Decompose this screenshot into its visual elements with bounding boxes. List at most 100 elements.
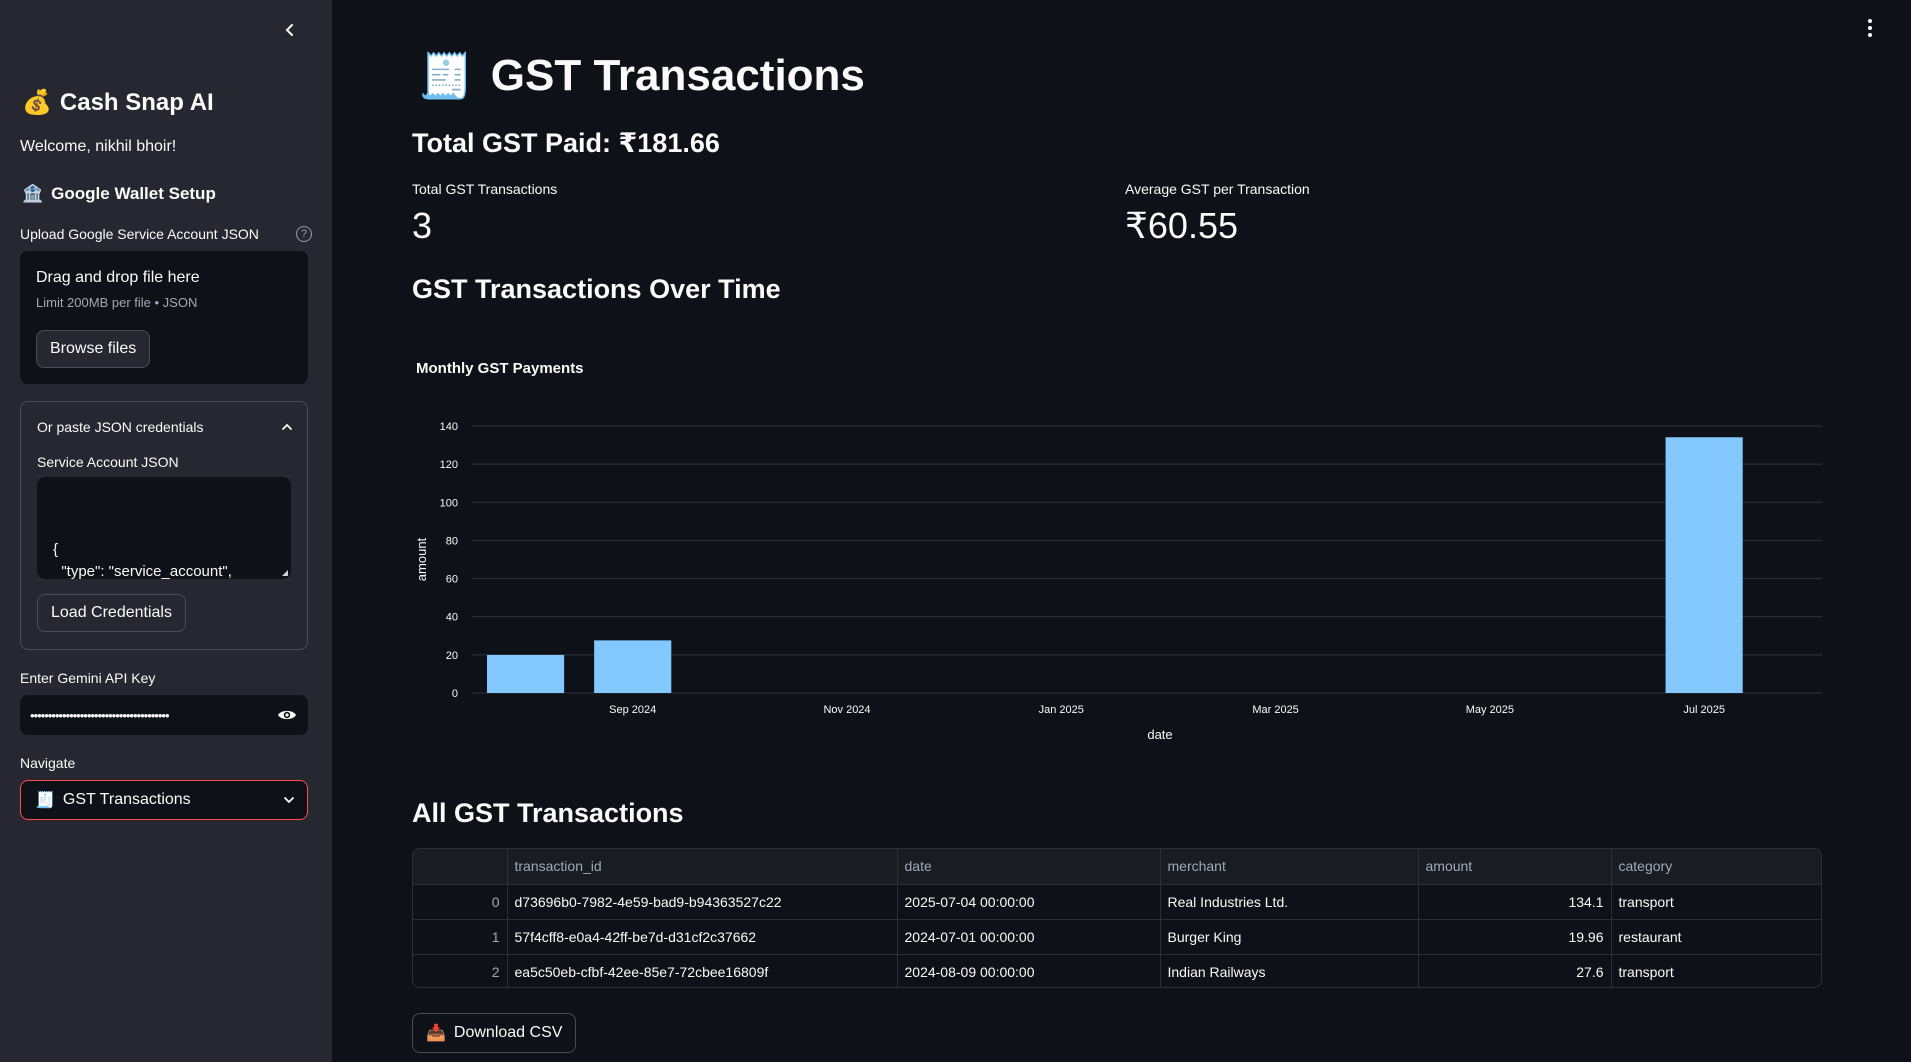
row-index: 2 [413, 954, 508, 987]
navigate-selected-text: GST Transactions [62, 791, 191, 808]
column-header-transaction-id[interactable]: transaction_id [507, 849, 898, 885]
y-tick-label: 20 [446, 650, 458, 662]
welcome-text: Welcome, nikhil bhoir! [20, 138, 177, 155]
row-index: 1 [413, 919, 508, 955]
app-title-text: Cash Snap AI [59, 88, 214, 116]
money-bag-icon: 💰 [22, 89, 52, 116]
load-credentials-button[interactable]: Load Credentials [37, 594, 186, 632]
cell-date: 2024-08-09 00:00:00 [897, 954, 1161, 987]
x-tick-label: Sep 2024 [609, 704, 656, 716]
metric-value: 3 [412, 205, 433, 246]
download-csv-label: Download CSV [453, 1024, 563, 1041]
json-textarea[interactable]: { "type": "service_account", "project_id… [37, 477, 291, 579]
receipt-icon: 🧾 [35, 792, 55, 809]
api-key-label: Enter Gemini API Key [20, 670, 156, 686]
y-tick-label: 40 [446, 612, 458, 624]
table-row[interactable]: 2 ea5c50eb-cfbf-42ee-85e7-72cbee16809f 2… [413, 954, 1821, 987]
bar [487, 654, 565, 693]
metric-label: Total GST Transactions [412, 181, 558, 197]
bar [1665, 437, 1743, 693]
dropzone-limit: Limit 200MB per file • JSON [36, 295, 198, 310]
column-header-date[interactable]: date [897, 849, 1161, 885]
all-transactions-heading: All GST Transactions [412, 798, 684, 828]
dropzone-title: Drag and drop file here [36, 269, 200, 286]
x-tick-label: Nov 2024 [823, 704, 870, 716]
total-gst-heading: Total GST Paid: ₹181.66 [412, 128, 720, 158]
collapse-sidebar-button[interactable] [278, 18, 302, 42]
column-header-amount[interactable]: amount [1418, 849, 1612, 885]
cell-category: restaurant [1611, 919, 1821, 955]
row-index: 0 [413, 884, 508, 920]
bar [594, 640, 672, 693]
cell-category: transport [1618, 963, 1674, 980]
sidebar: 💰 Cash Snap AI Welcome, nikhil bhoir! 🏦 … [0, 0, 332, 1062]
expander-label: Or paste JSON credentials [37, 419, 204, 435]
gst-bar-chart: Monthly GST Payments 0 20 40 60 80 100 120 140 Se… [414, 360, 1822, 742]
table-row[interactable]: 0 d73696b0-7982-4e59-bad9-b94363527c22 2… [413, 884, 1821, 920]
x-tick-label: Jan 2025 [1039, 704, 1084, 716]
page-title: 🧾 GST Transactions [418, 50, 865, 102]
y-axis-label: amount [414, 537, 429, 581]
y-tick-label: 0 [452, 688, 458, 700]
y-tick-label: 80 [446, 535, 458, 547]
column-header-merchant[interactable]: merchant [1160, 849, 1419, 885]
cell-transaction-id: ea5c50eb-cfbf-42ee-85e7-72cbee16809f [507, 954, 898, 987]
chevron-down-icon [284, 797, 294, 804]
navigate-label: Navigate [20, 755, 76, 771]
json-credentials-expander: Or paste JSON credentials Service Accoun… [20, 401, 308, 650]
cell-transaction-id: d73696b0-7982-4e59-bad9-b94363527c22 [507, 884, 898, 920]
upload-label-text: Upload Google Service Account JSON [20, 226, 259, 242]
resize-handle-icon[interactable] [282, 570, 288, 576]
metric-average-gst: Average GST per Transaction ₹60.55 [1125, 181, 1310, 247]
x-axis-label: date [1147, 727, 1172, 742]
x-tick-label: May 2025 [1466, 704, 1514, 716]
x-tick-label: Mar 2025 [1252, 704, 1298, 716]
cell-merchant: Real Industries Ltd. [1160, 884, 1419, 920]
navigate-select[interactable]: 🧾 GST Transactions [20, 780, 308, 820]
metric-total-transactions: Total GST Transactions 3 [412, 181, 557, 247]
x-tick-label: Jul 2025 [1683, 704, 1725, 716]
cell-date: 2025-07-04 00:00:00 [897, 884, 1161, 920]
column-header-category[interactable]: category [1611, 849, 1821, 885]
cell-amount: 19.96 [1418, 919, 1612, 955]
navigate-selected-value: 🧾 GST Transactions [35, 790, 191, 810]
y-tick-label: 60 [446, 574, 458, 586]
y-tick-label: 100 [440, 497, 458, 509]
chevron-left-icon [285, 24, 293, 36]
bank-icon: 🏦 [22, 184, 44, 203]
gst-chart: Monthly GST Payments 0 20 40 60 80 100 120 140 Se… [412, 350, 1822, 750]
cell-merchant: Indian Railways [1160, 954, 1419, 987]
table-header-row: transaction_id date merchant amount cate… [413, 849, 1821, 885]
cell-transaction-id: 57f4cff8-e0a4-42ff-be7d-d31cf2c37662 [507, 919, 898, 955]
receipt-icon: 🧾 [418, 52, 473, 101]
help-icon[interactable]: ? [296, 226, 312, 242]
cell-merchant: Burger King [1160, 919, 1419, 955]
json-textarea-value: { "type": "service_account", "project_id… [53, 541, 232, 579]
api-key-value: ••••••••••••••••••••••••••••••••••••••• [30, 707, 170, 723]
cell-amount: 134.1 [1418, 884, 1612, 920]
api-key-input[interactable]: ••••••••••••••••••••••••••••••••••••••• [20, 695, 308, 735]
main-menu-icon[interactable] [1862, 16, 1878, 40]
cell-amount: 27.6 [1418, 954, 1612, 987]
eye-icon[interactable] [276, 704, 298, 726]
inbox-icon: 📥 [426, 1025, 446, 1042]
json-field-label: Service Account JSON [37, 454, 179, 470]
chart-title: Monthly GST Payments [416, 360, 584, 377]
column-header-index[interactable] [413, 849, 508, 885]
wallet-setup-heading: 🏦 Google Wallet Setup [22, 184, 216, 204]
cell-category: transport [1611, 884, 1821, 920]
y-tick-label: 120 [440, 459, 458, 471]
page-title-text: GST Transactions [490, 51, 865, 100]
download-csv-button[interactable]: 📥 Download CSV [412, 1013, 577, 1053]
app-title: 💰 Cash Snap AI [22, 88, 214, 117]
metric-value: ₹60.55 [1125, 205, 1238, 246]
transactions-table[interactable]: transaction_id date merchant amount cate… [412, 848, 1822, 988]
browse-files-button[interactable]: Browse files [36, 330, 151, 368]
y-tick-label: 140 [440, 421, 458, 433]
expander-header[interactable]: Or paste JSON credentials [37, 419, 293, 435]
wallet-setup-heading-text: Google Wallet Setup [51, 184, 216, 203]
upload-label: Upload Google Service Account JSON ? [20, 226, 312, 242]
file-dropzone[interactable]: Drag and drop file here Limit 200MB per … [20, 251, 308, 384]
cell-date: 2024-07-01 00:00:00 [897, 919, 1161, 955]
table-row[interactable]: 1 57f4cff8-e0a4-42ff-be7d-d31cf2c37662 2… [413, 919, 1821, 955]
